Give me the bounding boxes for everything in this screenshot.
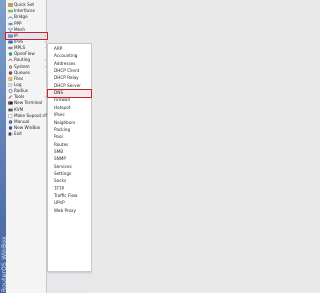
- submenu-item-routes[interactable]: Routes: [48, 142, 91, 149]
- log-icon: [8, 83, 12, 87]
- quick-set-icon: [7, 3, 13, 7]
- chevron-right-icon: ›: [44, 57, 46, 63]
- submenu-item-upnp[interactable]: UPnP: [48, 200, 91, 207]
- submenu-item-dns[interactable]: DNS: [47, 89, 92, 98]
- winbox-icon: [8, 126, 12, 130]
- interfaces-icon: [7, 10, 13, 13]
- submenu-item-packing[interactable]: Packing: [48, 127, 91, 134]
- openflow-icon: [8, 52, 12, 56]
- submenu-item-tftp[interactable]: TFTP: [48, 186, 91, 193]
- routing-icon: [7, 58, 13, 62]
- queues-icon: [8, 71, 12, 75]
- submenu-item-pool[interactable]: Pool: [48, 134, 91, 141]
- mpls-icon: [7, 46, 13, 50]
- chevron-right-icon: ›: [44, 45, 46, 51]
- submenu-item-addresses[interactable]: Addresses: [48, 61, 91, 68]
- radius-icon: [8, 89, 12, 94]
- submenu-item-ipsec[interactable]: IPsec: [48, 112, 91, 119]
- submenu-item-socks[interactable]: Socks: [48, 178, 91, 185]
- ip-submenu: ARP Accounting Addresses DHCP Client DHCP Re…: [47, 43, 92, 272]
- files-icon: [8, 77, 12, 81]
- submenu-item-neighbors[interactable]: Neighbors: [48, 120, 91, 127]
- submenu-item-settings[interactable]: Settings: [48, 171, 91, 178]
- ip-icon: IP: [7, 34, 13, 38]
- chevron-right-icon: ›: [44, 32, 46, 38]
- submenu-item-arp[interactable]: ARP: [48, 46, 91, 53]
- submenu-item-hotspot[interactable]: Hotspot: [48, 105, 91, 112]
- ppp-icon: [8, 22, 12, 25]
- main-menu-sidebar: Quick Set Interfaces Bridge PPP Mesh IP IP › IPv…: [5, 0, 48, 293]
- bridge-icon: [7, 16, 13, 20]
- chevron-right-icon: ›: [44, 63, 46, 69]
- submenu-item-dhcp-server[interactable]: DHCP Server: [48, 83, 91, 90]
- submenu-item-services[interactable]: Services: [48, 164, 91, 171]
- sidebar-item-label: Exit: [14, 131, 22, 137]
- exit-icon: [8, 132, 13, 136]
- winbox-window: RouterOS WinBox Quick Set Interfaces Bridg…: [0, 0, 300, 293]
- chevron-right-icon: ›: [44, 38, 46, 44]
- sidebar-item-exit[interactable]: Exit: [6, 131, 47, 137]
- submenu-item-accounting[interactable]: Accounting: [48, 53, 91, 60]
- supout-icon: [8, 114, 12, 118]
- submenu-item-traffic-flow[interactable]: Traffic Flow: [48, 193, 91, 200]
- terminal-icon: [7, 101, 13, 105]
- submenu-item-snmp[interactable]: SNMP: [48, 156, 91, 163]
- submenu-item-dhcp-relay[interactable]: DHCP Relay: [48, 75, 91, 82]
- kvm-icon: [7, 108, 13, 112]
- submenu-item-firewall[interactable]: Firewall: [48, 97, 91, 104]
- system-icon: [8, 64, 12, 69]
- mesh-icon: [7, 27, 13, 32]
- manual-icon: ?: [8, 120, 12, 124]
- chevron-right-icon: ›: [44, 94, 46, 100]
- submenu-item-smb[interactable]: SMB: [48, 149, 91, 156]
- submenu-item-dhcp-client[interactable]: DHCP Client: [48, 68, 91, 75]
- tools-icon: [7, 95, 12, 100]
- workspace-area: [92, 0, 300, 293]
- ipv6-icon: [7, 40, 13, 44]
- submenu-item-web-proxy[interactable]: Web Proxy: [48, 208, 91, 215]
